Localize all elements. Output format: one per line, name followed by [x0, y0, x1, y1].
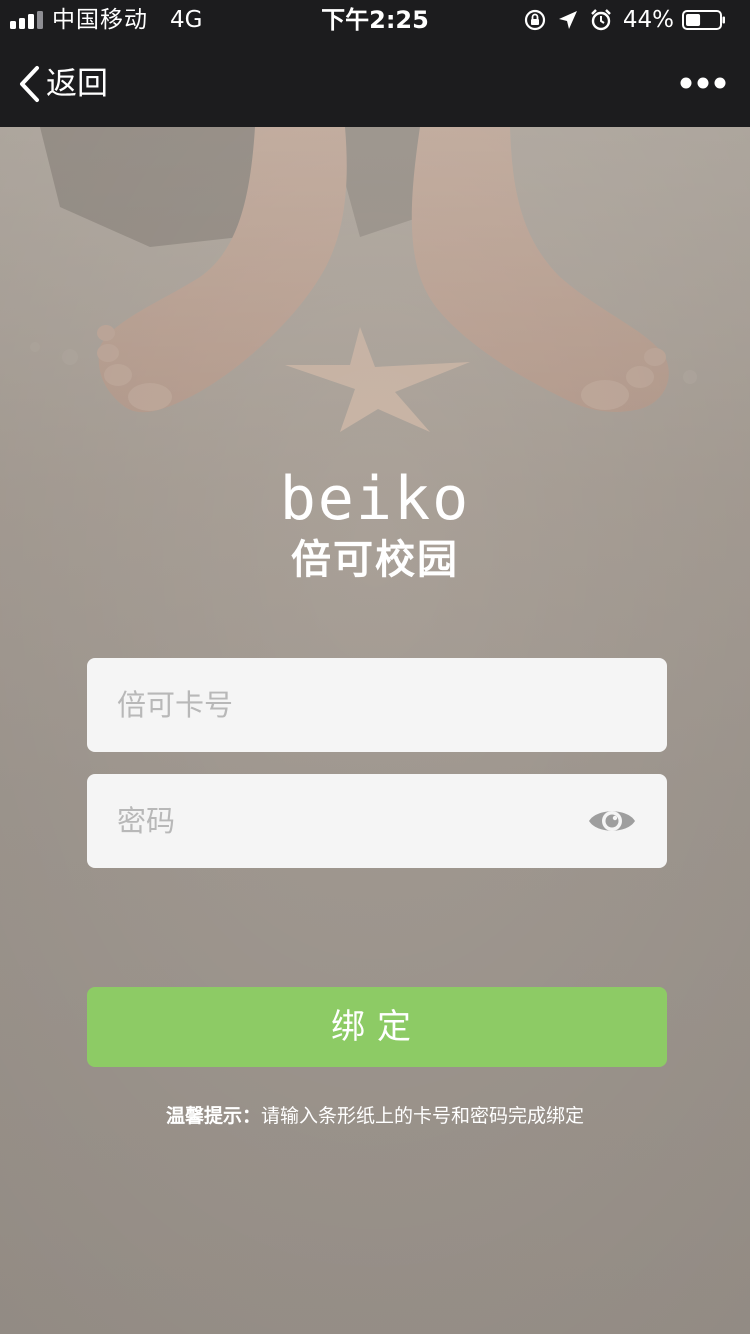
battery-icon: [682, 10, 725, 30]
card-number-field[interactable]: [87, 658, 667, 752]
back-button[interactable]: 返回: [18, 62, 108, 106]
eye-icon[interactable]: [587, 802, 637, 840]
status-bar: 中国移动 4G 下午2:25 44%: [0, 0, 750, 40]
top-bar: 中国移动 4G 下午2:25 44% 返回: [0, 0, 750, 127]
card-number-input[interactable]: [117, 658, 577, 752]
alarm-icon: [591, 9, 611, 31]
password-input[interactable]: [117, 774, 577, 868]
location-icon: [558, 11, 577, 29]
hint-prefix: 温馨提示：: [165, 1105, 261, 1127]
logo-text-en: beiko: [279, 464, 471, 534]
chevron-left-icon: [20, 66, 39, 102]
battery-percent: 44%: [622, 7, 674, 33]
more-dots-icon[interactable]: [680, 72, 726, 94]
orientation-lock-icon: [524, 9, 545, 31]
password-field[interactable]: [87, 774, 667, 868]
hint-text: 温馨提示：请输入条形纸上的卡号和密码完成绑定: [0, 1101, 750, 1131]
nav-bar: 返回: [0, 40, 750, 127]
status-icons: 44%: [523, 6, 736, 34]
logo-text-cn: 倍可校园: [291, 537, 459, 583]
back-label: 返回: [46, 66, 108, 102]
hint-body: 请输入条形纸上的卡号和密码完成绑定: [261, 1105, 585, 1127]
bind-button[interactable]: 绑定: [87, 987, 667, 1067]
